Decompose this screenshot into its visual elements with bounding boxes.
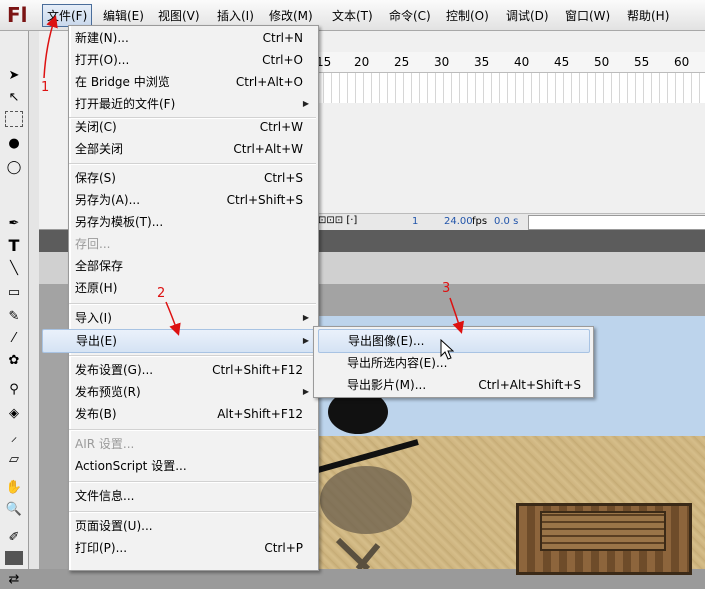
annotation-arrows xyxy=(43,15,465,336)
annotation-step-2: 2 xyxy=(157,286,166,301)
annotation-step-1: 1 xyxy=(41,80,50,95)
swap-colors-icon[interactable]: ⇄ xyxy=(4,571,24,589)
annotation-step-3: 3 xyxy=(442,281,451,296)
